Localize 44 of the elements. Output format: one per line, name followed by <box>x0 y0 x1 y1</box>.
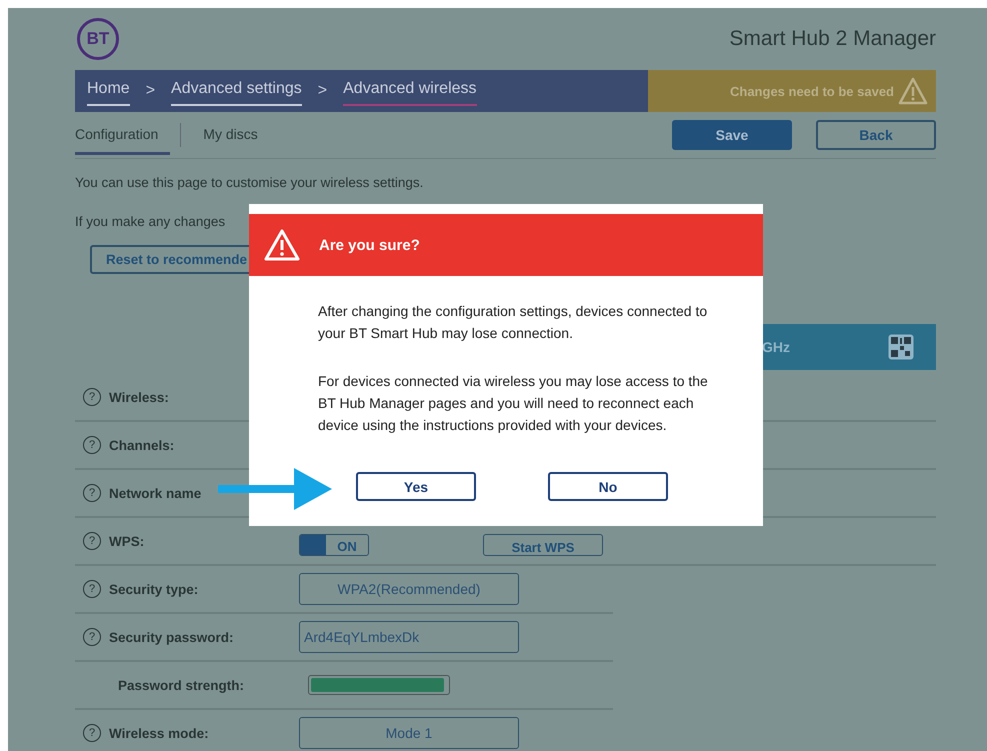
password-field[interactable]: Ard4EqYLmbexDk <box>299 621 519 653</box>
dialog-title: Are you sure? <box>319 236 420 254</box>
qr-code-icon[interactable] <box>888 334 914 360</box>
help-icon[interactable]: ? <box>83 724 101 742</box>
warning-icon <box>898 77 928 105</box>
chevron-separator: > <box>318 82 328 100</box>
unsaved-message: Changes need to be saved <box>730 84 894 98</box>
setting-label: Security password: <box>109 630 235 644</box>
setting-label: Wireless: <box>109 390 170 404</box>
logo: BT <box>77 18 119 60</box>
chevron-separator: > <box>146 82 156 100</box>
setting-label: WPS: <box>109 534 146 548</box>
breadcrumb-link[interactable]: Home <box>87 76 130 106</box>
setting-label: Password strength: <box>118 678 246 692</box>
save-button[interactable]: Save <box>672 120 792 150</box>
toggle-switch[interactable]: ON <box>299 534 369 556</box>
tab[interactable]: My discs <box>191 116 270 154</box>
band-label: GHz <box>762 339 790 355</box>
back-button[interactable]: Back <box>816 120 936 150</box>
tab[interactable]: Configuration <box>75 116 170 154</box>
dialog-message: After changing the configuration settings, devices connected to your BT Smart Hub may lose connection. <box>318 302 708 343</box>
help-icon[interactable]: ? <box>83 388 101 406</box>
help-icon[interactable]: ? <box>83 580 101 598</box>
arrow-icon <box>218 468 332 510</box>
select-field[interactable]: Mode 1 <box>299 717 519 749</box>
start-wps-button[interactable]: Start WPS <box>483 534 603 556</box>
confirm-button[interactable]: Yes <box>356 472 476 501</box>
breadcrumb-link[interactable]: Advanced wireless <box>343 76 477 106</box>
warning-icon <box>263 228 301 262</box>
setting-label: Wireless mode: <box>109 726 210 740</box>
cancel-button[interactable]: No <box>548 472 668 501</box>
setting-label: Security type: <box>109 582 200 596</box>
setting-label: Channels: <box>109 438 176 452</box>
dialog-message: For devices connected via wireless you may lose access to the BT Hub Manager pages and you will need to reconnect each device using the instructions provided with your devices. <box>318 372 709 435</box>
help-icon[interactable]: ? <box>83 532 101 550</box>
setting-label: Network name <box>109 486 202 500</box>
help-icon[interactable]: ? <box>83 628 101 646</box>
changes-note: If you make any changes <box>75 214 226 229</box>
select-field[interactable]: WPA2(Recommended) <box>299 573 519 605</box>
breadcrumb-link[interactable]: Advanced settings <box>171 76 302 106</box>
intro-text: You can use this page to customise your wireless settings. <box>75 175 424 190</box>
app-title: Smart Hub 2 Manager <box>729 27 936 51</box>
help-icon[interactable]: ? <box>83 436 101 454</box>
help-icon[interactable]: ? <box>83 484 101 502</box>
